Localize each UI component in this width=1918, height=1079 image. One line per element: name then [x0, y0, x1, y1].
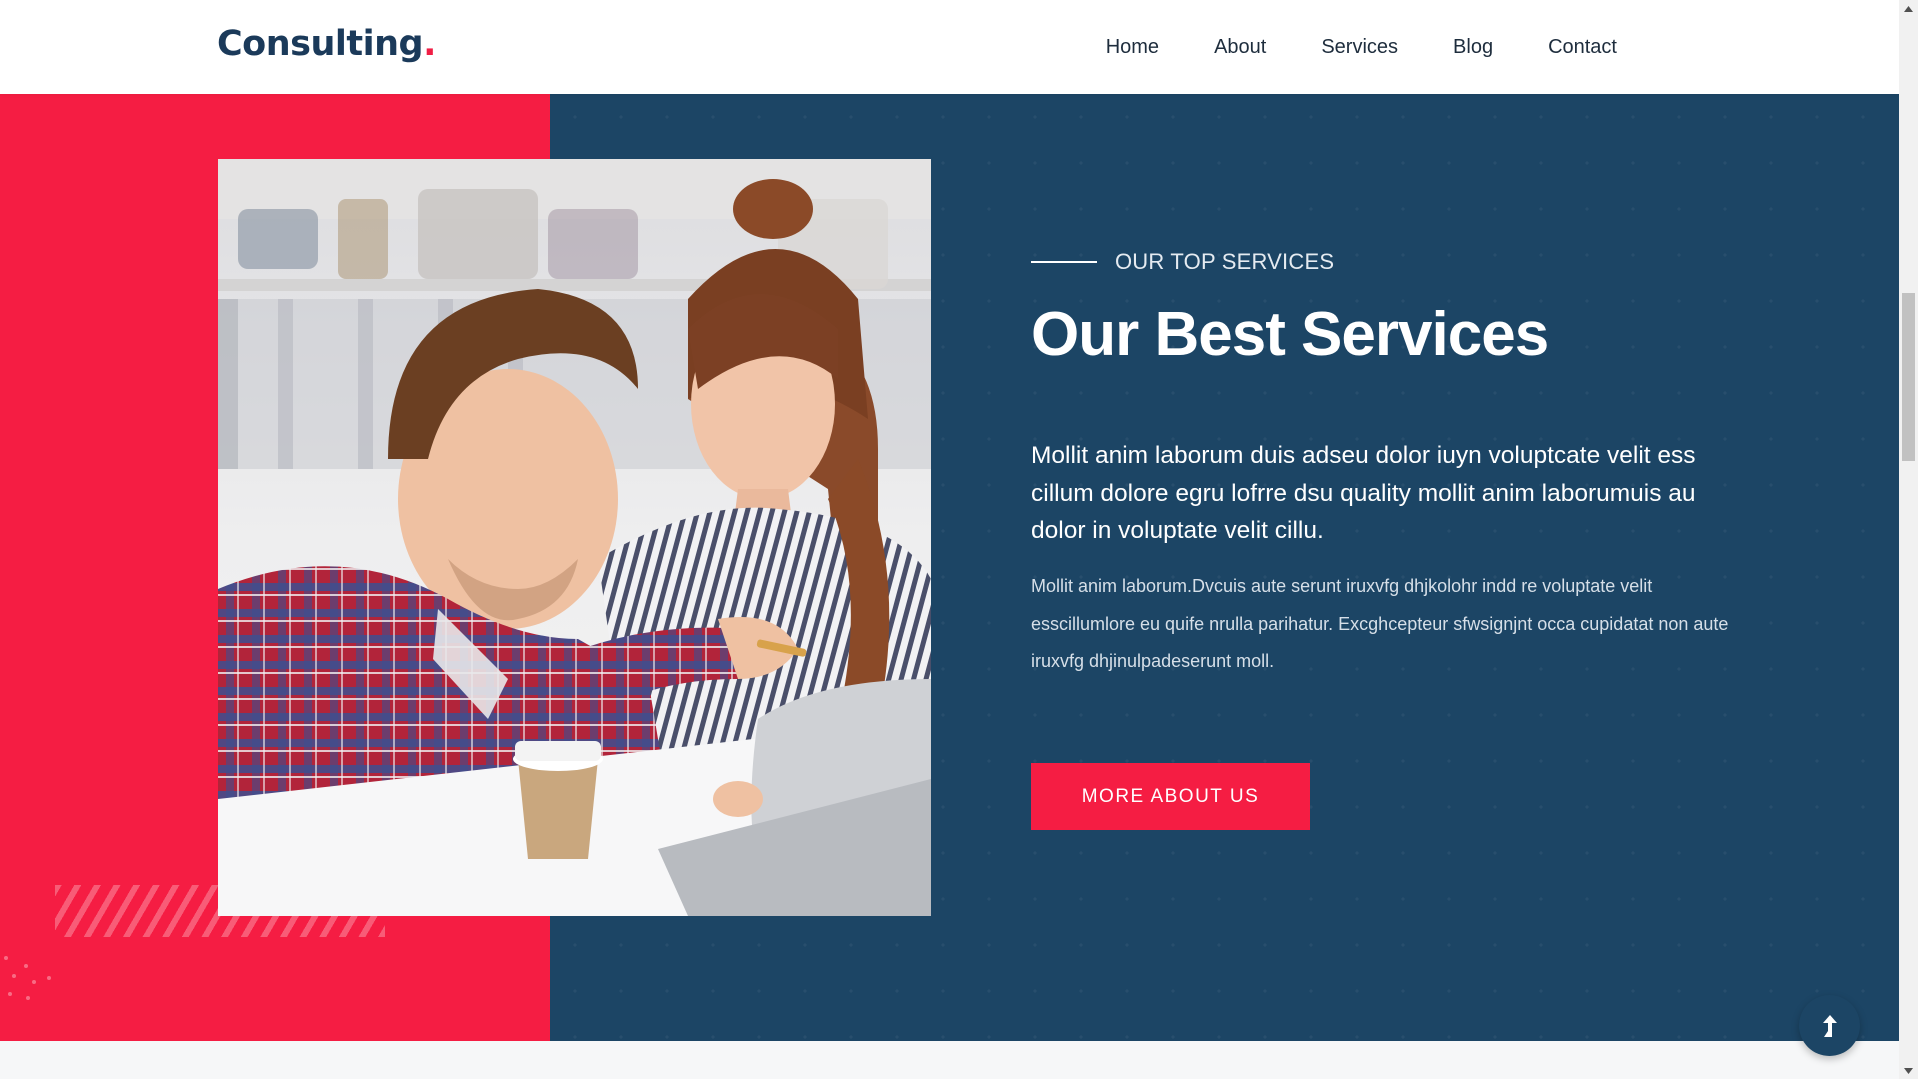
body-paragraph: Mollit anim laborum.Dvcuis aute serunt i…	[1031, 576, 1729, 671]
nav-contact[interactable]: Contact	[1548, 36, 1617, 59]
section-title: Our Best Services	[1031, 300, 1549, 369]
eyebrow-text: OUR TOP SERVICES	[1115, 249, 1335, 274]
site-header: Consulting. Home About Services Blog Con…	[0, 0, 1899, 94]
logo-dot: .	[423, 24, 436, 64]
scroll-up-button[interactable]	[1899, 0, 1918, 17]
nav-about[interactable]: About	[1214, 36, 1266, 59]
eyebrow-line	[1031, 261, 1097, 263]
arrow-up-icon	[1822, 1014, 1837, 1037]
nav-services[interactable]: Services	[1321, 36, 1398, 59]
logo[interactable]: Consulting.	[217, 22, 436, 66]
services-section: OUR TOP SERVICES Our Best Services Molli…	[0, 94, 1899, 1041]
scrollbar-thumb[interactable]	[1902, 293, 1915, 461]
vertical-scrollbar[interactable]	[1899, 0, 1918, 1079]
dots-decoration	[2, 954, 62, 1004]
triangle-up-icon	[1904, 5, 1913, 12]
team-photo	[218, 159, 931, 916]
triangle-down-icon	[1904, 1067, 1913, 1074]
nav-blog[interactable]: Blog	[1453, 36, 1493, 59]
section-eyebrow: OUR TOP SERVICES	[1031, 249, 1334, 275]
lead-paragraph: Mollit anim laborum duis adseu dolor iuy…	[1031, 442, 1696, 544]
more-about-us-button[interactable]: MORE ABOUT US	[1031, 763, 1310, 830]
nav-home[interactable]: Home	[1106, 36, 1159, 59]
main-nav: Home About Services Blog Contact	[1106, 0, 1617, 94]
next-section-strip	[0, 1041, 1899, 1079]
page: Consulting. Home About Services Blog Con…	[0, 0, 1918, 1079]
logo-text: Consulting	[217, 24, 424, 64]
scroll-down-button[interactable]	[1899, 1062, 1918, 1079]
back-to-top-button[interactable]	[1799, 995, 1860, 1056]
